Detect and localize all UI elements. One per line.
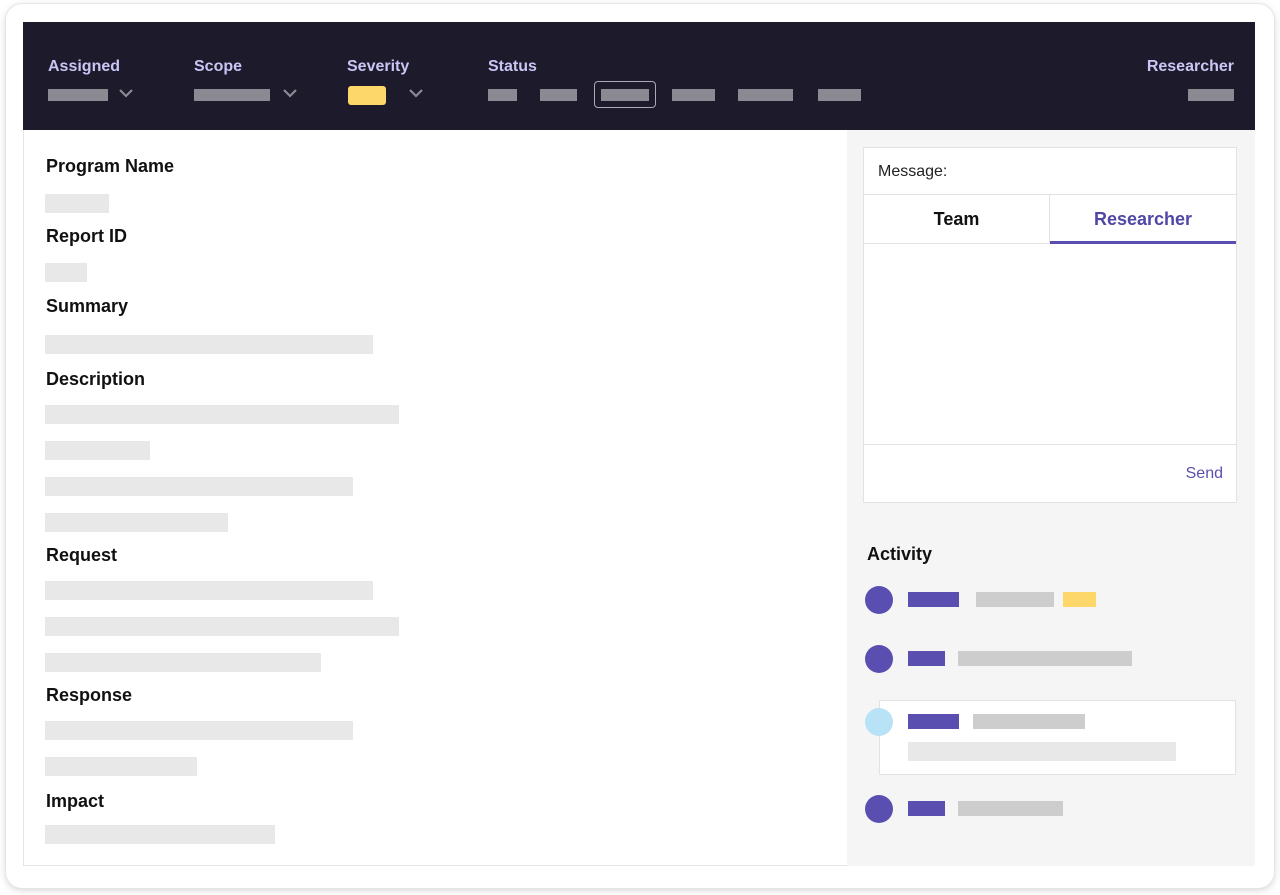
activity-severity-badge — [1063, 592, 1096, 607]
researcher-value[interactable] — [1188, 89, 1234, 101]
chevron-down-icon[interactable] — [407, 84, 425, 102]
impact-line — [45, 825, 275, 844]
summary-line — [45, 335, 373, 354]
description-heading: Description — [46, 369, 146, 389]
activity-actor — [908, 651, 945, 666]
response-line — [45, 721, 353, 740]
side-panel: Message: Team Researcher Send Activity — [847, 130, 1255, 866]
scope-value[interactable] — [194, 89, 270, 101]
severity-indicator[interactable] — [348, 86, 386, 105]
avatar — [865, 795, 893, 823]
assigned-value[interactable] — [48, 89, 108, 101]
request-heading: Request — [46, 545, 118, 565]
request-line — [45, 581, 373, 600]
program-name-heading: Program Name — [46, 156, 175, 176]
activity-actor — [908, 592, 959, 607]
activity-actor — [908, 801, 945, 816]
tab-team[interactable]: Team — [864, 195, 1050, 244]
activity-comment-card — [879, 700, 1236, 775]
response-line — [45, 757, 197, 776]
report-details: Program Name Report ID Summary Descripti… — [23, 130, 847, 866]
report-header-bar: Assigned Scope Severity Status Researche… — [23, 22, 1255, 130]
activity-text — [973, 714, 1085, 729]
impact-heading: Impact — [46, 791, 105, 811]
activity-text — [976, 592, 1054, 607]
status-option[interactable] — [818, 89, 861, 101]
description-line — [45, 441, 150, 460]
summary-heading: Summary — [46, 296, 129, 316]
message-tabs: Team Researcher — [864, 194, 1236, 244]
activity-heading: Activity — [867, 544, 933, 564]
status-option-selected-label — [601, 89, 649, 101]
avatar — [865, 708, 893, 736]
researcher-label: Researcher — [1146, 58, 1234, 75]
send-button[interactable]: Send — [1186, 465, 1223, 483]
avatar — [865, 586, 893, 614]
activity-text — [958, 651, 1132, 666]
activity-text — [958, 801, 1063, 816]
chevron-down-icon[interactable] — [117, 84, 135, 102]
avatar — [865, 645, 893, 673]
message-label: Message: — [878, 163, 948, 180]
message-footer: Send — [864, 444, 1236, 502]
request-line — [45, 653, 321, 672]
report-id-value — [45, 263, 87, 282]
activity-actor — [908, 714, 959, 729]
program-name-value — [45, 194, 109, 213]
assigned-label: Assigned — [48, 58, 121, 75]
status-option[interactable] — [488, 89, 517, 101]
tab-researcher[interactable]: Researcher — [1050, 195, 1236, 244]
request-line — [45, 617, 399, 636]
status-label: Status — [488, 58, 537, 75]
response-heading: Response — [46, 685, 133, 705]
status-option[interactable] — [540, 89, 577, 101]
chevron-down-icon[interactable] — [281, 84, 299, 102]
description-line — [45, 477, 353, 496]
message-composer: Message: Team Researcher Send — [863, 147, 1237, 503]
status-option[interactable] — [672, 89, 715, 101]
scope-label: Scope — [194, 58, 243, 75]
report-id-heading: Report ID — [46, 226, 127, 246]
activity-comment-line — [908, 742, 1176, 761]
status-option[interactable] — [738, 89, 793, 101]
description-line — [45, 513, 228, 532]
severity-label: Severity — [347, 58, 410, 75]
message-textarea[interactable] — [864, 244, 1236, 444]
description-line — [45, 405, 399, 424]
